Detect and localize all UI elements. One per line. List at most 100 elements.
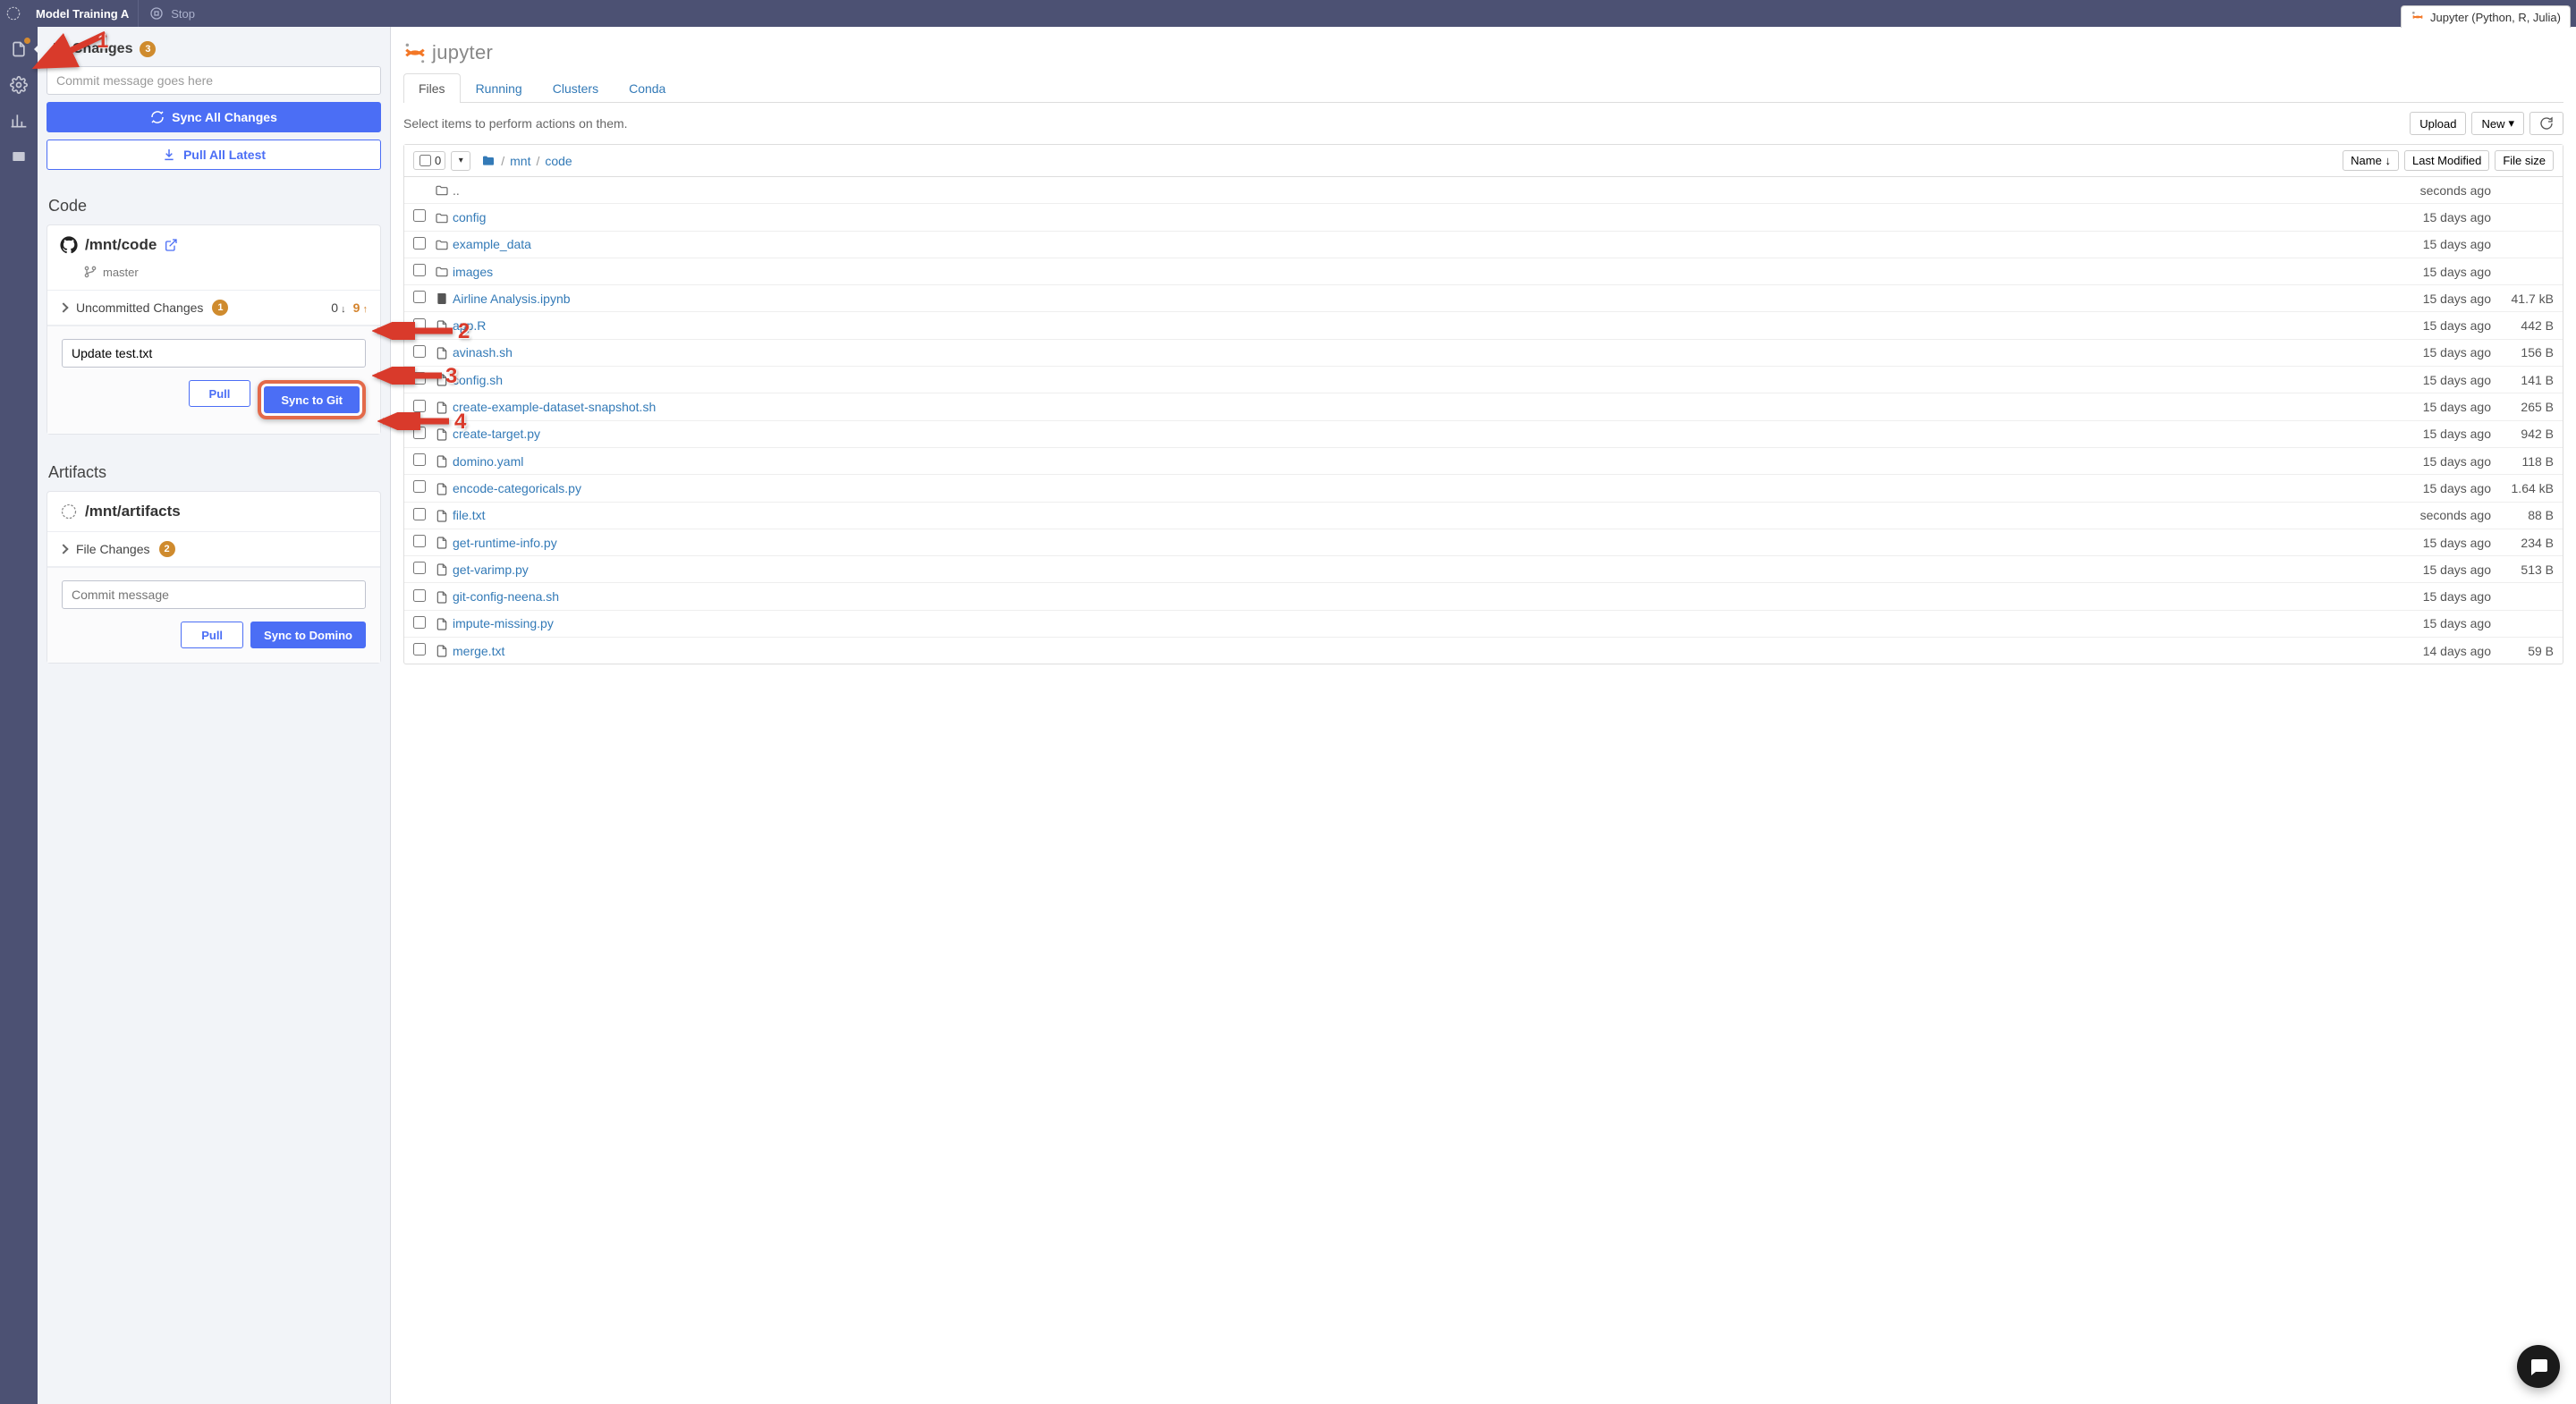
tab-running[interactable]: Running [461, 73, 538, 103]
file-name-link[interactable]: merge.txt [453, 644, 504, 658]
sort-name-button[interactable]: Name ↓ [2343, 150, 2399, 171]
stop-button[interactable]: Stop [139, 6, 206, 21]
file-name-link[interactable]: get-varimp.py [453, 562, 529, 577]
sort-size-button[interactable]: File size [2495, 150, 2554, 171]
pull-all-latest-button[interactable]: Pull All Latest [47, 140, 381, 170]
file-checkbox[interactable] [413, 453, 426, 466]
annotation-number-2: 2 [458, 319, 470, 344]
file-row[interactable]: get-runtime-info.py15 days ago234 B [404, 529, 2563, 555]
sync-to-git-button[interactable]: Sync to Git [264, 386, 360, 413]
file-checkbox[interactable] [413, 237, 426, 250]
file-icon [435, 562, 453, 577]
file-row[interactable]: merge.txt 14 days ago59 B [404, 637, 2563, 664]
uncommitted-changes-row[interactable]: Uncommitted Changes 1 0 ↓ 9 ↑ [47, 291, 380, 326]
file-row[interactable]: config15 days ago [404, 203, 2563, 230]
file-row[interactable]: images15 days ago [404, 258, 2563, 284]
chat-fab[interactable] [2517, 1345, 2560, 1388]
file-row[interactable]: get-varimp.py15 days ago513 B [404, 555, 2563, 582]
rail-files-icon[interactable] [9, 39, 29, 59]
breadcrumb-mnt[interactable]: mnt [510, 154, 530, 168]
file-browser: 0 ▾ / mnt / code Name ↓ Last Modified Fi… [403, 144, 2563, 664]
breadcrumb-code[interactable]: code [545, 154, 572, 168]
file-row[interactable]: app.R15 days ago442 B [404, 311, 2563, 338]
file-modified: 15 days ago [2393, 562, 2491, 577]
file-row[interactable]: impute-missing.py 15 days ago [404, 610, 2563, 637]
file-checkbox[interactable] [413, 291, 426, 303]
file-checkbox[interactable] [413, 589, 426, 602]
file-name-link[interactable]: images [453, 265, 493, 279]
file-row[interactable]: domino.yaml15 days ago118 B [404, 447, 2563, 474]
sync-all-changes-button[interactable]: Sync All Changes [47, 102, 381, 132]
file-checkbox[interactable] [413, 372, 426, 385]
file-row[interactable]: config.sh15 days ago141 B [404, 366, 2563, 393]
arrow-up-icon: ↑ [360, 304, 368, 315]
tab-conda[interactable]: Conda [614, 73, 681, 103]
rail-settings-icon[interactable] [9, 75, 29, 95]
rail-notes-icon[interactable] [9, 147, 29, 166]
file-modified: 15 days ago [2393, 237, 2491, 251]
file-checkbox[interactable] [413, 318, 426, 331]
select-dropdown[interactable]: ▾ [451, 151, 470, 171]
file-row[interactable]: example_data 15 days ago [404, 231, 2563, 258]
file-name-link[interactable]: file.txt [453, 508, 486, 522]
file-name-link[interactable]: config [453, 210, 486, 224]
file-checkbox[interactable] [413, 400, 426, 412]
file-name-link[interactable]: impute-missing.py [453, 616, 554, 630]
file-checkbox[interactable] [413, 535, 426, 547]
new-dropdown[interactable]: New ▾ [2471, 112, 2524, 135]
file-name-link[interactable]: config.sh [453, 373, 503, 387]
file-row[interactable]: file.txtseconds ago88 B [404, 502, 2563, 529]
artifacts-commit-message-input[interactable] [62, 580, 366, 609]
file-row[interactable]: git-config-neena.sh15 days ago [404, 582, 2563, 609]
folder-icon [435, 209, 453, 224]
file-name-link[interactable]: Airline Analysis.ipynb [453, 292, 571, 306]
file-row-parent[interactable]: ..seconds ago [404, 177, 2563, 203]
file-name-link[interactable]: domino.yaml [453, 454, 523, 469]
sync-to-domino-button[interactable]: Sync to Domino [250, 622, 366, 648]
file-modified: seconds ago [2393, 508, 2491, 522]
file-checkbox[interactable] [413, 616, 426, 629]
open-external-icon[interactable] [164, 238, 178, 252]
file-modified: 15 days ago [2393, 616, 2491, 630]
tab-files[interactable]: Files [403, 73, 461, 103]
code-commit-message-input[interactable] [62, 339, 366, 368]
file-icon [435, 616, 453, 631]
file-checkbox[interactable] [413, 562, 426, 574]
artifacts-pull-button[interactable]: Pull [181, 622, 243, 648]
select-all-checkbox[interactable]: 0 [413, 151, 445, 170]
file-name-link[interactable]: encode-categoricals.py [453, 481, 581, 495]
file-checkbox[interactable] [413, 345, 426, 358]
rail-metrics-icon[interactable] [9, 111, 29, 131]
file-checkbox[interactable] [413, 264, 426, 276]
pull-button[interactable]: Pull [189, 380, 251, 407]
file-row[interactable]: Airline Analysis.ipynb15 days ago41.7 kB [404, 284, 2563, 311]
file-checkbox[interactable] [413, 508, 426, 520]
file-row[interactable]: avinash.sh15 days ago156 B [404, 339, 2563, 366]
file-row[interactable]: create-example-dataset-snapshot.sh15 day… [404, 393, 2563, 419]
file-name-link[interactable]: example_data [453, 237, 531, 251]
code-section-title: Code [38, 177, 390, 224]
file-row[interactable]: create-target.py15 days ago942 B [404, 420, 2563, 447]
upload-button[interactable]: Upload [2410, 112, 2466, 135]
refresh-button[interactable] [2529, 112, 2563, 135]
file-row[interactable]: encode-categoricals.py15 days ago1.64 kB [404, 474, 2563, 501]
file-name-link[interactable]: get-runtime-info.py [453, 536, 557, 550]
parent-dir-link[interactable]: .. [453, 183, 460, 198]
file-name-link[interactable]: create-example-dataset-snapshot.sh [453, 400, 656, 414]
workspace-title: Model Training A [27, 7, 138, 21]
file-changes-row[interactable]: File Changes 2 [47, 532, 380, 567]
tab-clusters[interactable]: Clusters [538, 73, 614, 103]
file-checkbox[interactable] [413, 643, 426, 655]
file-size: 59 B [2491, 644, 2554, 658]
file-checkbox[interactable] [413, 427, 426, 439]
file-icon [435, 317, 453, 333]
ide-tab-jupyter[interactable]: Jupyter (Python, R, Julia) [2401, 5, 2571, 28]
sort-modified-button[interactable]: Last Modified [2404, 150, 2489, 171]
file-modified: 14 days ago [2393, 644, 2491, 658]
file-name-link[interactable]: git-config-neena.sh [453, 589, 559, 604]
file-name-link[interactable]: avinash.sh [453, 345, 513, 359]
global-commit-message-input[interactable] [47, 66, 381, 95]
file-checkbox[interactable] [413, 209, 426, 222]
file-checkbox[interactable] [413, 480, 426, 493]
folder-icon[interactable] [481, 154, 496, 168]
